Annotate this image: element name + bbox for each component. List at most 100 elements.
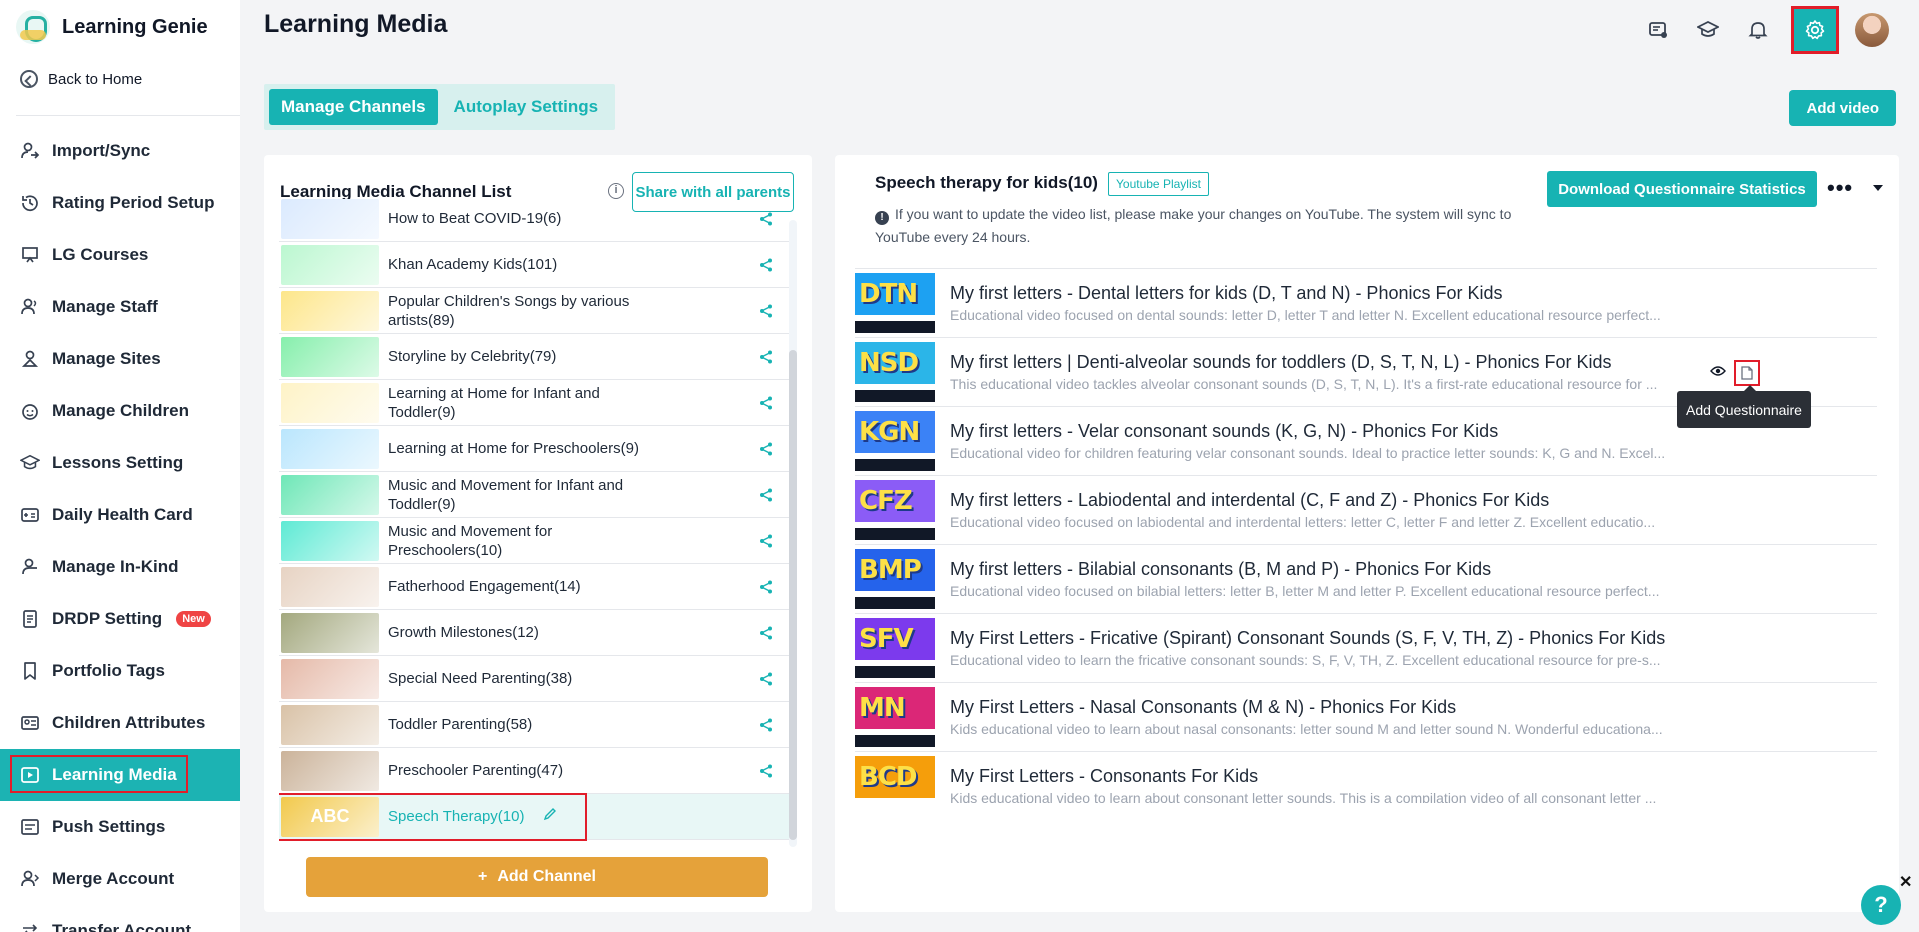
share-icon[interactable] xyxy=(758,441,774,457)
channel-row[interactable]: Khan Academy Kids(101) xyxy=(279,242,794,288)
sidebar-item-drdp-setting[interactable]: DRDP Setting New xyxy=(0,593,240,645)
channel-row[interactable]: Learning at Home for Preschoolers(9) xyxy=(279,426,794,472)
sidebar-divider xyxy=(16,115,240,116)
share-icon[interactable] xyxy=(758,717,774,733)
new-badge: New xyxy=(176,611,211,627)
video-row[interactable]: BMP My first letters - Bilabial consonant… xyxy=(855,544,1877,613)
channel-row[interactable]: Music and Movement for Infant and Toddle… xyxy=(279,472,794,518)
channel-row[interactable]: Popular Children's Songs by various arti… xyxy=(279,288,794,334)
brand[interactable]: Learning Genie xyxy=(16,10,208,44)
sidebar-item-push-settings[interactable]: Push Settings xyxy=(0,801,240,853)
video-title[interactable]: My first letters | Denti-alveolar sounds… xyxy=(950,352,1690,373)
channel-row[interactable]: Preschooler Parenting(47) xyxy=(279,748,794,794)
sidebar-item-portfolio-tags[interactable]: Portfolio Tags xyxy=(0,645,240,697)
sidebar-item-lg-courses[interactable]: LG Courses xyxy=(0,229,240,281)
help-button[interactable]: ? xyxy=(1861,885,1901,925)
video-text: My First Letters - Fricative (Spirant) C… xyxy=(950,628,1720,668)
share-icon[interactable] xyxy=(758,349,774,365)
video-row[interactable]: CFZ My first letters - Labiodental and in… xyxy=(855,475,1877,544)
sidebar-item-manage-in-kind[interactable]: Manage In-Kind xyxy=(0,541,240,593)
user-avatar[interactable] xyxy=(1855,13,1889,47)
staff-icon xyxy=(20,297,40,317)
sidebar-item-label: Manage Children xyxy=(52,401,189,420)
video-title[interactable]: My first letters - Bilabial consonants (… xyxy=(950,559,1720,580)
share-icon[interactable] xyxy=(758,487,774,503)
add-questionnaire-button[interactable] xyxy=(1734,360,1760,386)
channel-row[interactable]: Special Need Parenting(38) xyxy=(279,656,794,702)
message-icon[interactable] xyxy=(1641,13,1675,47)
share-icon[interactable] xyxy=(758,211,774,227)
eye-icon[interactable] xyxy=(1710,364,1726,382)
channel-row[interactable]: Learning at Home for Infant and Toddler(… xyxy=(279,380,794,426)
sidebar-item-daily-health-card[interactable]: Daily Health Card xyxy=(0,489,240,541)
video-thumbnail[interactable]: NSD xyxy=(855,342,935,402)
share-icon[interactable] xyxy=(758,257,774,273)
sidebar-item-manage-staff[interactable]: Manage Staff xyxy=(0,281,240,333)
video-title[interactable]: My first letters - Dental letters for ki… xyxy=(950,283,1720,304)
video-title[interactable]: My First Letters - Fricative (Spirant) C… xyxy=(950,628,1720,649)
video-thumbnail[interactable]: MN xyxy=(855,687,935,747)
tab-manage-channels[interactable]: Manage Channels xyxy=(269,89,438,125)
scrollbar-thumb[interactable] xyxy=(789,350,797,840)
share-icon[interactable] xyxy=(758,625,774,641)
sidebar-item-learning-media[interactable]: Learning Media xyxy=(0,749,240,801)
sidebar-item-label: Manage Staff xyxy=(52,297,158,316)
sync-notice-text: If you want to update the video list, pl… xyxy=(875,206,1512,245)
video-row[interactable]: DTN My first letters - Dental letters for… xyxy=(855,268,1877,337)
add-channel-button[interactable]: + Add Channel xyxy=(306,857,768,897)
sidebar-item-lessons-setting[interactable]: Lessons Setting xyxy=(0,437,240,489)
video-thumbnail[interactable]: DTN xyxy=(855,273,935,333)
sidebar-item-manage-sites[interactable]: Manage Sites xyxy=(0,333,240,385)
graduation-cap-icon[interactable] xyxy=(1691,13,1725,47)
bookmark-icon xyxy=(20,661,40,681)
share-icon[interactable] xyxy=(758,763,774,779)
share-icon[interactable] xyxy=(758,395,774,411)
more-options-icon[interactable]: ••• xyxy=(1827,175,1853,201)
video-row[interactable]: SFV My First Letters - Fricative (Spirant… xyxy=(855,613,1877,682)
channel-row[interactable]: Fatherhood Engagement(14) xyxy=(279,564,794,610)
highlight-box xyxy=(10,755,188,793)
download-questionnaire-statistics-button[interactable]: Download Questionnaire Statistics xyxy=(1547,171,1817,207)
chevron-down-icon[interactable] xyxy=(1873,185,1883,191)
channel-list-scrollbar[interactable] xyxy=(789,220,797,847)
channel-row[interactable]: Growth Milestones(12) xyxy=(279,610,794,656)
sidebar-item-rating-period-setup[interactable]: Rating Period Setup xyxy=(0,177,240,229)
share-icon[interactable] xyxy=(758,671,774,687)
bell-icon[interactable] xyxy=(1741,13,1775,47)
add-video-button[interactable]: Add video xyxy=(1789,90,1896,126)
video-row[interactable]: BCD My First Letters - Consonants For Kid… xyxy=(855,751,1877,803)
video-description: Educational video to learn the fricative… xyxy=(950,652,1661,668)
share-icon[interactable] xyxy=(758,579,774,595)
sidebar-item-transfer-account[interactable]: Transfer Account xyxy=(0,905,240,932)
video-thumbnail[interactable]: BCD xyxy=(855,756,935,803)
channel-row[interactable]: ABC Speech Therapy(10) xyxy=(279,793,794,841)
health-card-icon xyxy=(20,505,40,525)
channel-row[interactable]: Toddler Parenting(58) xyxy=(279,702,794,748)
channel-row[interactable]: Music and Movement for Preschoolers(10) xyxy=(279,518,794,564)
back-to-home-link[interactable]: Back to Home xyxy=(20,70,142,88)
channel-row[interactable]: How to Beat COVID-19(6) xyxy=(279,196,794,242)
sidebar-item-children-attributes[interactable]: Children Attributes xyxy=(0,697,240,749)
settings-button[interactable] xyxy=(1791,6,1839,54)
sidebar-item-manage-children[interactable]: Manage Children xyxy=(0,385,240,437)
video-thumbnail[interactable]: KGN xyxy=(855,411,935,471)
video-row[interactable]: MN My First Letters - Nasal Consonants (M… xyxy=(855,682,1877,751)
tab-autoplay-settings[interactable]: Autoplay Settings xyxy=(442,89,611,125)
warning-icon: ! xyxy=(875,211,889,225)
video-thumbnail[interactable]: CFZ xyxy=(855,480,935,540)
close-icon[interactable]: ✕ xyxy=(1899,872,1912,892)
share-icon[interactable] xyxy=(758,303,774,319)
channel-list: How to Beat COVID-19(6) Khan Academy Kids… xyxy=(279,196,794,847)
video-title[interactable]: My first letters - Velar consonant sound… xyxy=(950,421,1720,442)
video-thumbnail[interactable]: BMP xyxy=(855,549,935,609)
share-icon[interactable] xyxy=(758,533,774,549)
channel-row[interactable]: Storyline by Celebrity(79) xyxy=(279,334,794,380)
sidebar-item-label: Daily Health Card xyxy=(52,505,193,524)
video-title[interactable]: My first letters - Labiodental and inter… xyxy=(950,490,1720,511)
video-title[interactable]: My First Letters - Consonants For Kids xyxy=(950,766,1720,787)
sidebar-item-label: Rating Period Setup xyxy=(52,193,215,212)
sidebar-item-import-sync[interactable]: Import/Sync xyxy=(0,125,240,177)
sidebar-item-merge-account[interactable]: Merge Account xyxy=(0,853,240,905)
video-thumbnail[interactable]: SFV xyxy=(855,618,935,678)
video-title[interactable]: My First Letters - Nasal Consonants (M &… xyxy=(950,697,1720,718)
